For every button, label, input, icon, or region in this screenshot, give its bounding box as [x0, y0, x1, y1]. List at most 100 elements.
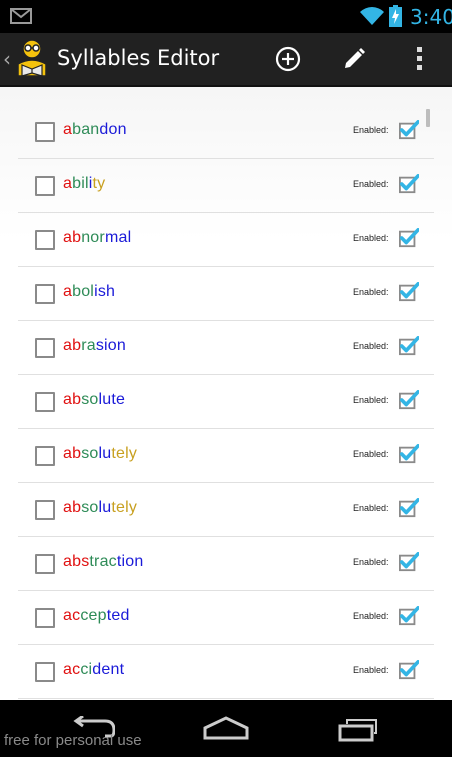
- navigation-bar: free for personal use: [0, 700, 452, 757]
- list-item-content: abolish Enabled:: [18, 267, 434, 320]
- enabled-checkbox-checked-icon[interactable]: [399, 498, 419, 518]
- syllable: dent: [92, 661, 125, 678]
- syllable: abs: [63, 553, 90, 570]
- overflow-menu-button[interactable]: [403, 43, 437, 75]
- enabled-checkbox-checked-icon[interactable]: [399, 120, 419, 140]
- recent-apps-icon[interactable]: [338, 716, 382, 742]
- select-checkbox[interactable]: [35, 554, 55, 574]
- syllable: sion: [95, 337, 126, 354]
- select-checkbox[interactable]: [35, 662, 55, 682]
- syllable: trac: [89, 553, 117, 570]
- enabled-checkbox-checked-icon[interactable]: [399, 552, 419, 572]
- syllable: ted: [106, 607, 130, 624]
- overflow-menu-icon: [417, 47, 422, 70]
- list-item-content: abandon Enabled:: [18, 105, 434, 158]
- syllable-word: abrasion: [63, 337, 126, 355]
- enabled-checkbox-checked-icon[interactable]: [399, 660, 419, 680]
- edit-icon: [345, 48, 365, 68]
- select-checkbox[interactable]: [35, 338, 55, 358]
- list-item[interactable]: ability Enabled:: [18, 159, 434, 213]
- list-item-content: absolutely Enabled:: [18, 483, 434, 536]
- syllable-word: absolutely: [63, 499, 137, 517]
- watermark-text: free for personal use: [4, 732, 142, 749]
- enabled-label: Enabled:: [353, 611, 389, 621]
- select-checkbox[interactable]: [35, 608, 55, 628]
- up-caret-icon[interactable]: ‹: [3, 47, 11, 71]
- reader-icon[interactable]: [14, 38, 50, 78]
- syllable: so: [81, 391, 99, 408]
- wifi-icon: [360, 7, 384, 25]
- list-item[interactable]: abandon Enabled:: [18, 87, 434, 159]
- edit-button[interactable]: [337, 43, 371, 75]
- syllable: mal: [104, 229, 132, 246]
- syllable: ban: [72, 121, 100, 138]
- syllable: ac: [63, 607, 81, 624]
- syllable-word: absolute: [63, 391, 125, 409]
- select-checkbox[interactable]: [35, 176, 55, 196]
- select-checkbox[interactable]: [35, 230, 55, 250]
- select-checkbox[interactable]: [35, 500, 55, 520]
- syllable: ab: [63, 445, 82, 462]
- list-item[interactable]: absolutely Enabled:: [18, 429, 434, 483]
- syllables-list: abandon Enabled: ability Enabled: abnormal En…: [18, 87, 434, 699]
- syllable-word: accident: [63, 661, 124, 679]
- enabled-label: Enabled:: [353, 557, 389, 567]
- syllable: ci: [80, 661, 93, 678]
- syllable: don: [99, 121, 127, 138]
- syllable: bil: [72, 175, 89, 192]
- syllable: tely: [111, 445, 138, 462]
- syllables-list-area[interactable]: abandon Enabled: ability Enabled: abnormal En…: [0, 87, 452, 700]
- action-bar: ‹ Syllables Editor: [0, 33, 452, 87]
- add-button[interactable]: [271, 43, 305, 75]
- list-item[interactable]: accident Enabled:: [18, 645, 434, 699]
- enabled-checkbox-checked-icon[interactable]: [399, 606, 419, 626]
- syllable: ac: [63, 661, 81, 678]
- gmail-icon: [10, 8, 32, 24]
- enabled-checkbox-checked-icon[interactable]: [399, 228, 419, 248]
- list-item[interactable]: abrasion Enabled:: [18, 321, 434, 375]
- syllable-word: absolutely: [63, 445, 137, 463]
- enabled-checkbox-checked-icon[interactable]: [399, 390, 419, 410]
- enabled-checkbox-checked-icon[interactable]: [399, 174, 419, 194]
- list-item[interactable]: abstraction Enabled:: [18, 537, 434, 591]
- list-item[interactable]: abolish Enabled:: [18, 267, 434, 321]
- syllable: tely: [111, 499, 138, 516]
- list-item[interactable]: absolute Enabled:: [18, 375, 434, 429]
- list-item[interactable]: abnormal Enabled:: [18, 213, 434, 267]
- list-item[interactable]: accepted Enabled:: [18, 591, 434, 645]
- enabled-checkbox-checked-icon[interactable]: [399, 444, 419, 464]
- enabled-label: Enabled:: [353, 341, 389, 351]
- syllable: tion: [116, 553, 144, 570]
- select-checkbox[interactable]: [35, 122, 55, 142]
- enabled-checkbox-checked-icon[interactable]: [399, 336, 419, 356]
- select-checkbox[interactable]: [35, 446, 55, 466]
- syllable-word: ability: [63, 175, 105, 193]
- select-checkbox[interactable]: [35, 284, 55, 304]
- syllable: ab: [63, 229, 82, 246]
- syllable: a: [63, 121, 73, 138]
- enabled-label: Enabled:: [353, 125, 389, 135]
- battery-charging-icon: [389, 5, 402, 27]
- syllable: ish: [94, 283, 116, 300]
- list-item-content: absolutely Enabled:: [18, 429, 434, 482]
- syllable: ab: [63, 499, 82, 516]
- list-item-content: abrasion Enabled:: [18, 321, 434, 374]
- enabled-label: Enabled:: [353, 395, 389, 405]
- syllable: so: [81, 445, 99, 462]
- syllable: a: [63, 175, 73, 192]
- syllable-word: abnormal: [63, 229, 131, 247]
- syllable: ty: [92, 175, 106, 192]
- enabled-label: Enabled:: [353, 503, 389, 513]
- syllable: ra: [81, 337, 96, 354]
- enabled-label: Enabled:: [353, 233, 389, 243]
- syllable-word: accepted: [63, 607, 130, 625]
- list-item[interactable]: absolutely Enabled:: [18, 483, 434, 537]
- add-icon: [275, 46, 301, 72]
- syllable: lu: [98, 445, 112, 462]
- syllable: a: [63, 283, 73, 300]
- enabled-checkbox-checked-icon[interactable]: [399, 282, 419, 302]
- select-checkbox[interactable]: [35, 392, 55, 412]
- home-icon[interactable]: [203, 716, 249, 740]
- syllable: ab: [63, 337, 82, 354]
- enabled-label: Enabled:: [353, 179, 389, 189]
